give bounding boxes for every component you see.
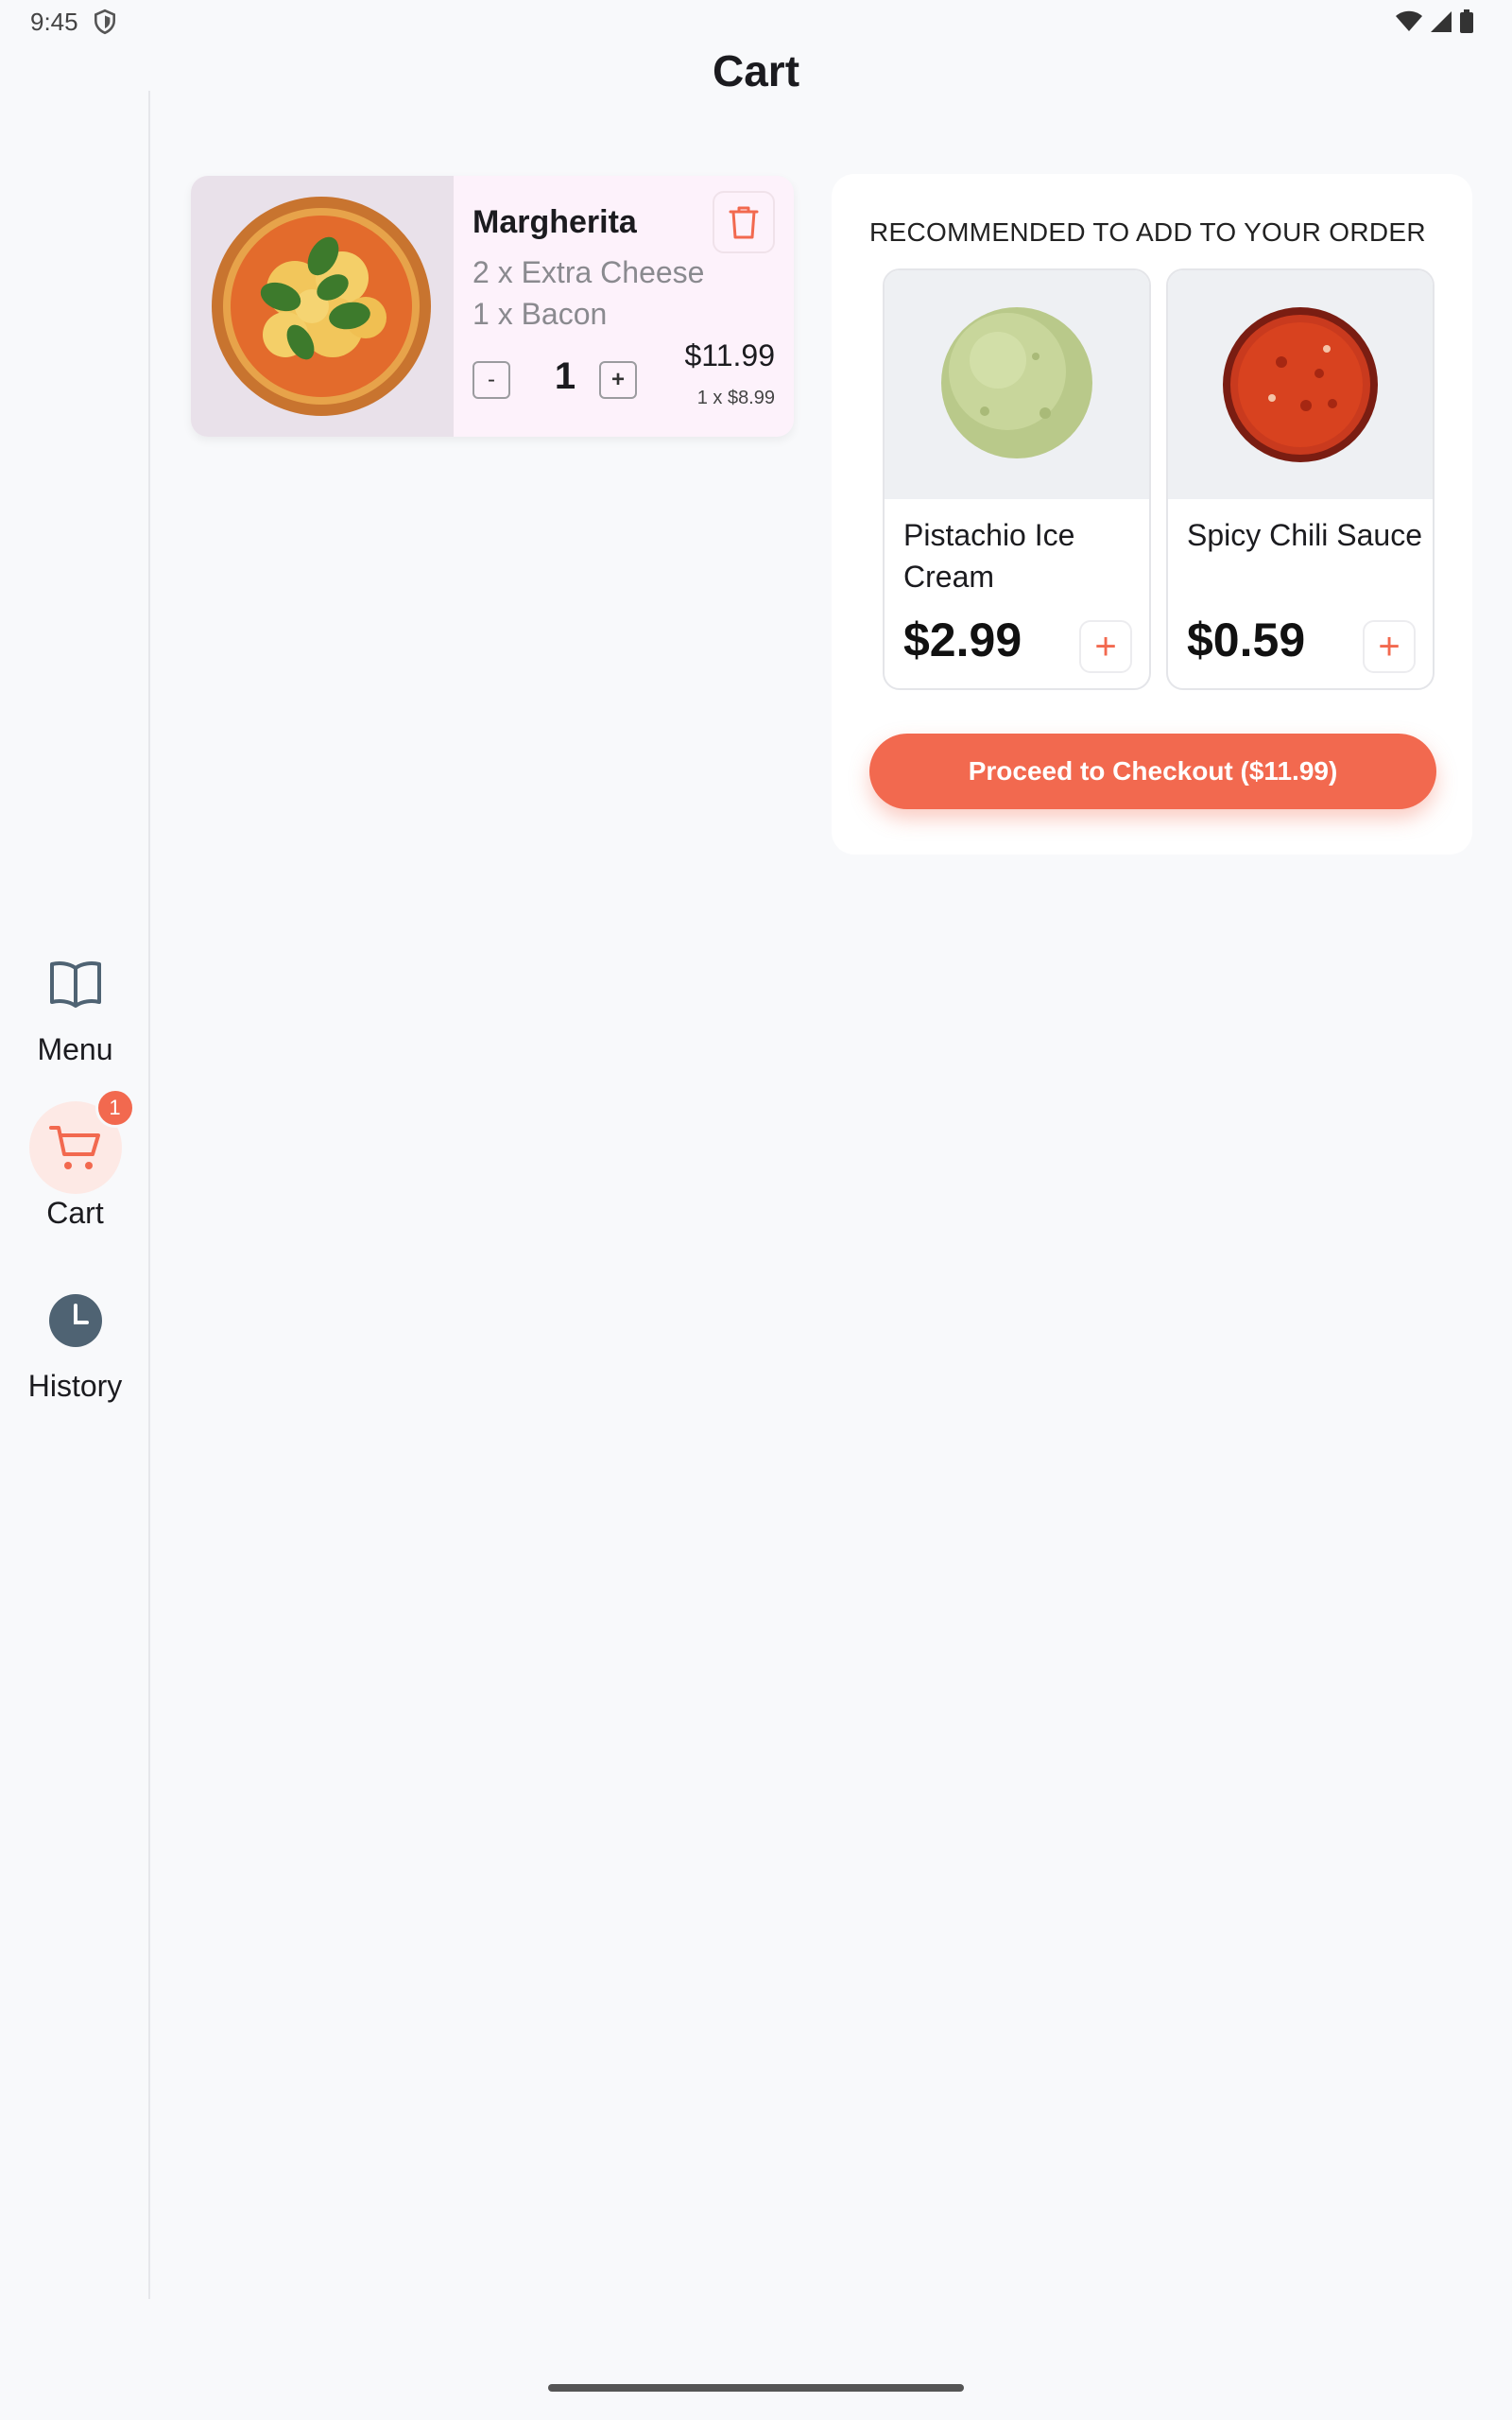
nav-item-cart[interactable]: 1 Cart [0, 1088, 150, 1231]
add-recommendation-button[interactable]: + [1079, 620, 1132, 673]
cart-item-total: $11.99 [684, 338, 776, 372]
cart-item-unit-price: 1 x $8.99 [696, 388, 775, 408]
recommendation-name: Pistachio Ice Cream [903, 518, 1075, 594]
spicy-chili-sauce-image [1168, 270, 1433, 499]
signal-icon [1431, 11, 1452, 32]
battery-icon [1460, 9, 1473, 33]
cart-item-card: Margherita 2 x Extra Cheese 1 x Bacon - … [191, 176, 794, 437]
remove-item-button[interactable] [713, 191, 775, 253]
nav-item-history[interactable]: History [0, 1274, 150, 1404]
nav-menu-label: Menu [37, 1032, 113, 1066]
nav-history-icon-container [29, 1274, 122, 1367]
page-title: Cart [712, 46, 800, 95]
recommendations-title: RECOMMENDED TO ADD TO YOUR ORDER [869, 217, 1426, 247]
cart-count-badge: 1 [94, 1088, 135, 1128]
increase-quantity-button[interactable]: + [599, 361, 637, 399]
nav-cart-icon-container: 1 [28, 1088, 135, 1194]
decrease-quantity-button[interactable]: - [472, 361, 510, 399]
nav-menu-icon-container [29, 938, 122, 1030]
nav-history-label: History [27, 1369, 123, 1403]
shield-icon [94, 9, 115, 35]
cart-item-modifier: 1 x Bacon [472, 297, 608, 331]
trash-icon [729, 206, 759, 239]
clock-icon [48, 1294, 102, 1347]
navigation-rail: Menu 1 Cart History [0, 91, 150, 2299]
recommendation-price: $0.59 [1187, 614, 1306, 666]
cart-item-modifier: 2 x Extra Cheese [472, 255, 705, 289]
status-bar: 9:45 [0, 0, 1512, 45]
cart-icon [48, 1126, 100, 1169]
recommendations-panel: RECOMMENDED TO ADD TO YOUR ORDER Pistach… [832, 174, 1472, 855]
quantity-value: 1 [554, 355, 576, 397]
checkout-button[interactable]: Proceed to Checkout ($11.99) [869, 734, 1436, 809]
wifi-icon [1396, 10, 1422, 31]
pizza-image [191, 176, 454, 437]
status-time: 9:45 [30, 8, 78, 36]
status-icons [1395, 9, 1474, 34]
recommendation-card[interactable]: Pistachio Ice Cream $2.99 + [883, 268, 1151, 690]
nav-item-menu[interactable]: Menu [0, 938, 150, 1067]
add-recommendation-button[interactable]: + [1363, 620, 1416, 673]
recommendation-price: $2.99 [903, 614, 1022, 666]
book-open-icon [49, 961, 101, 1008]
pistachio-ice-cream-image [885, 270, 1149, 499]
cart-item-name: Margherita [472, 204, 637, 240]
recommendation-card[interactable]: Spicy Chili Sauce $0.59 + [1166, 268, 1435, 690]
nav-cart-label: Cart [46, 1196, 104, 1230]
home-indicator[interactable] [548, 2384, 964, 2392]
recommendation-name: Spicy Chili Sauce [1187, 518, 1422, 552]
